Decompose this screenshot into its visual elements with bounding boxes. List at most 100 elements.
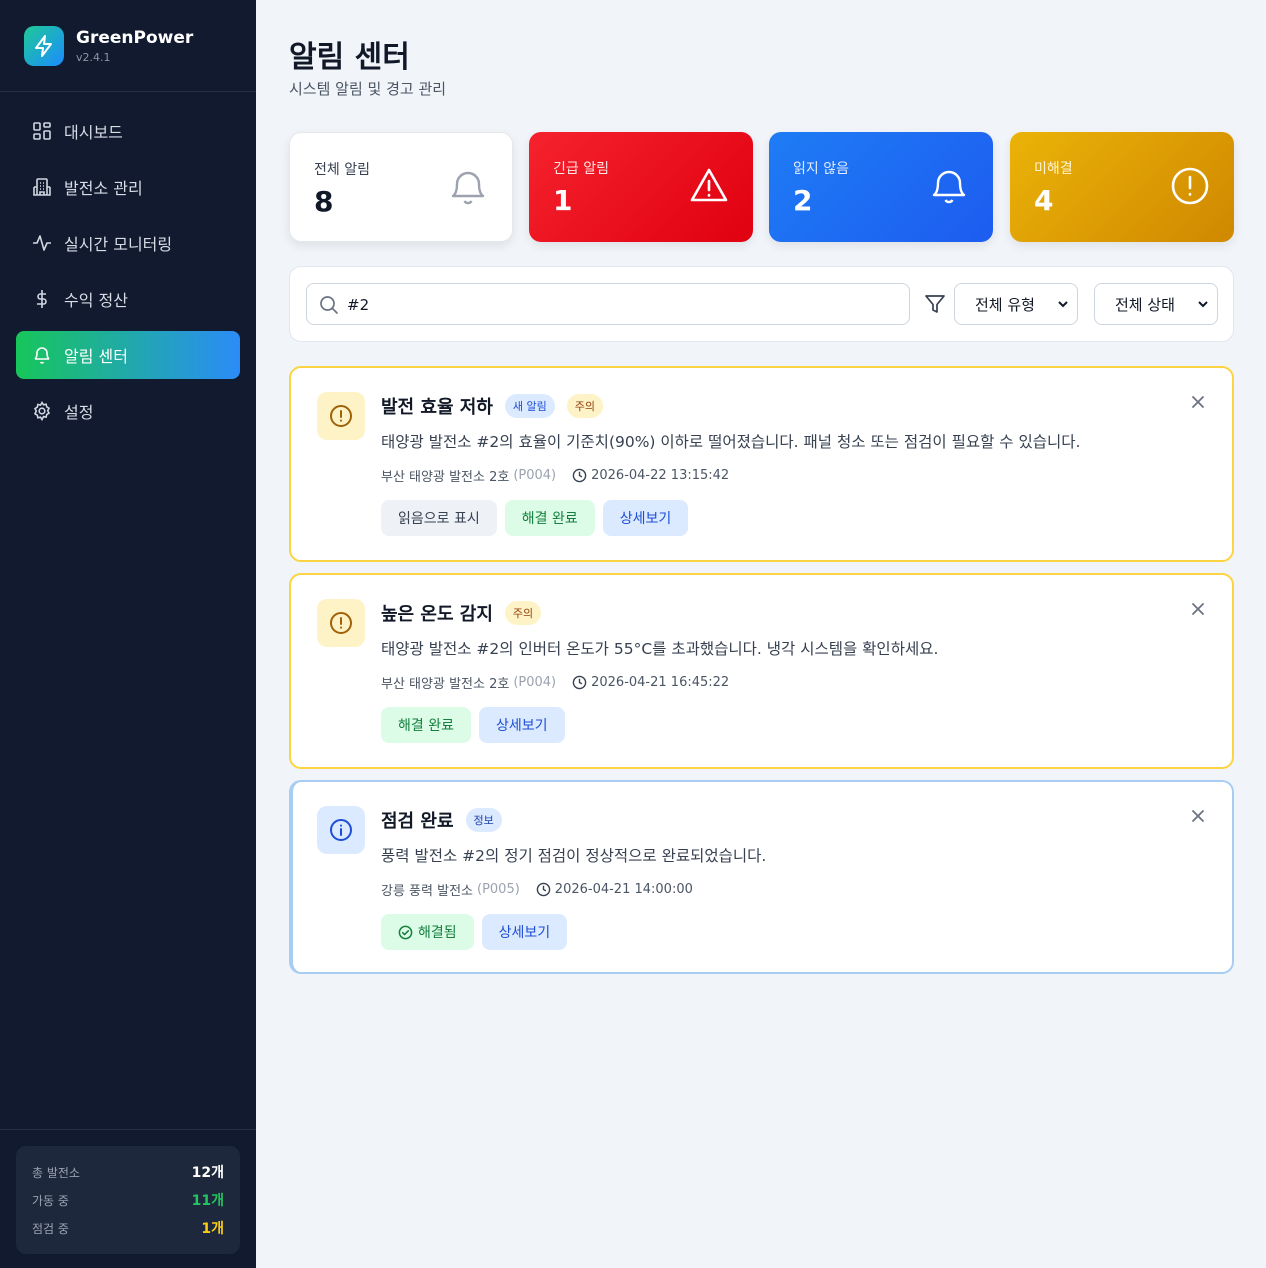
app-version: v2.4.1 (76, 51, 111, 64)
plant-stats: 총 발전소 12개 가동 중 11개 점검 중 1개 (16, 1146, 240, 1254)
resolve-button[interactable]: 해결 완료 (381, 707, 471, 743)
building-icon (32, 177, 52, 197)
new-badge: 새 알림 (504, 394, 555, 418)
bell-icon (32, 345, 52, 365)
chevron-down-icon (1058, 301, 1068, 308)
alert-circle-icon (317, 599, 365, 647)
page-title: 알림 센터 (289, 40, 410, 75)
sidebar-item-alerts[interactable]: 알림 센터 (16, 331, 240, 379)
status-select[interactable]: 전체 상태 (1094, 283, 1218, 325)
type-select-value: 전체 유형 (975, 295, 1035, 314)
bell-icon (451, 171, 485, 205)
sidebar-item-settings[interactable]: 설정 (16, 387, 240, 435)
activity-icon (32, 233, 52, 253)
alert-message: 태양광 발전소 #2의 인버터 온도가 55°C를 초과했습니다. 냉각 시스템… (381, 640, 939, 658)
clock-icon (536, 882, 551, 897)
alert-card[interactable]: 점검 완료 정보 풍력 발전소 #2의 정기 점검이 정상적으로 완료되었습니다… (289, 780, 1234, 974)
clock-icon (572, 675, 587, 690)
stat-value: 12개 (191, 1165, 224, 1181)
alert-meta: 부산 태양광 발전소 2호 (P004) 2026-04-21 16:45:22 (381, 673, 729, 692)
details-button[interactable]: 상세보기 (481, 914, 568, 950)
sidebar-nav: 대시보드 발전소 관리 실시간 모니터링 수익 정산 알림 센터 설정 (0, 92, 256, 435)
sidebar-divider (0, 1129, 256, 1130)
close-icon[interactable] (1190, 394, 1206, 410)
alert-circle-icon (317, 392, 365, 440)
alert-message: 태양광 발전소 #2의 효율이 기준치(90%) 이하로 떨어졌습니다. 패널 … (381, 433, 1081, 451)
stat-value: 1개 (201, 1221, 224, 1237)
status-select-value: 전체 상태 (1115, 295, 1175, 314)
summary-card-total[interactable]: 전체 알림 8 (289, 132, 513, 242)
sidebar-item-revenue[interactable]: 수익 정산 (16, 275, 240, 323)
sidebar-item-label: 설정 (64, 403, 94, 422)
stat-total: 총 발전소 12개 (32, 1158, 224, 1186)
timestamp: 2026-04-22 13:15:42 (591, 468, 730, 483)
plant-code: (P004) (513, 675, 557, 690)
sidebar-item-label: 알림 센터 (64, 347, 128, 366)
resolved-label: 해결됨 (418, 925, 457, 941)
brand: GreenPower v2.4.1 (0, 0, 256, 92)
search-icon (320, 296, 338, 314)
stat-label: 가동 중 (32, 1193, 69, 1208)
gear-icon (32, 401, 52, 421)
search-input[interactable] (347, 294, 887, 316)
stat-running: 가동 중 11개 (32, 1186, 224, 1214)
plant-name: 부산 태양광 발전소 2호 (381, 677, 510, 692)
dollar-icon (32, 289, 52, 309)
alert-title: 점검 완료 (381, 811, 454, 832)
sidebar: GreenPower v2.4.1 대시보드 발전소 관리 실시간 모니터링 수… (0, 0, 256, 1268)
mark-read-button[interactable]: 읽음으로 표시 (381, 500, 497, 536)
plant-name: 강릉 풍력 발전소 (381, 884, 473, 899)
filter-bar: 전체 유형 전체 상태 (289, 266, 1234, 342)
sidebar-item-label: 수익 정산 (64, 291, 128, 310)
alert-time: 2026-04-22 13:15:42 (572, 468, 729, 483)
filter-icon[interactable] (924, 293, 946, 315)
check-circle-icon (398, 925, 413, 939)
resolve-button[interactable]: 해결 완료 (504, 500, 595, 536)
sidebar-item-label: 실시간 모니터링 (64, 235, 173, 254)
alert-time: 2026-04-21 14:00:00 (536, 882, 693, 897)
grid-icon (32, 121, 52, 141)
alert-meta: 강릉 풍력 발전소 (P005) 2026-04-21 14:00:00 (381, 880, 693, 899)
alert-circle-icon (1171, 167, 1209, 205)
details-button[interactable]: 상세보기 (478, 707, 565, 743)
close-icon[interactable] (1190, 808, 1206, 824)
type-select[interactable]: 전체 유형 (954, 283, 1078, 325)
plant-code: (P004) (513, 468, 557, 483)
alert-title: 발전 효율 저하 (381, 397, 493, 418)
stat-maintenance: 점검 중 1개 (32, 1214, 224, 1242)
sidebar-item-label: 발전소 관리 (64, 179, 143, 198)
alert-message: 풍력 발전소 #2의 정기 점검이 정상적으로 완료되었습니다. (381, 847, 767, 865)
search-box[interactable] (306, 283, 910, 325)
alert-meta: 부산 태양광 발전소 2호 (P004) 2026-04-22 13:15:42 (381, 466, 729, 485)
app-name: GreenPower (76, 28, 194, 48)
chevron-down-icon (1198, 301, 1208, 308)
timestamp: 2026-04-21 14:00:00 (554, 882, 693, 897)
alert-title: 높은 온도 감지 (381, 604, 493, 625)
stat-value: 11개 (191, 1193, 224, 1209)
sidebar-item-plants[interactable]: 발전소 관리 (16, 163, 240, 211)
sidebar-item-dashboard[interactable]: 대시보드 (16, 107, 240, 155)
summary-card-unread[interactable]: 읽지 않음 2 (769, 132, 993, 242)
severity-badge: 정보 (465, 808, 502, 832)
plant-name: 부산 태양광 발전소 2호 (381, 470, 510, 485)
alert-card[interactable]: 높은 온도 감지 주의 태양광 발전소 #2의 인버터 온도가 55°C를 초과… (289, 573, 1234, 769)
alert-triangle-icon (690, 168, 728, 202)
info-icon (317, 806, 365, 854)
summary-card-unresolved[interactable]: 미해결 4 (1010, 132, 1234, 242)
bell-icon (932, 170, 966, 204)
page-subtitle: 시스템 알림 및 경고 관리 (289, 80, 447, 98)
severity-badge: 주의 (504, 601, 542, 625)
alert-time: 2026-04-21 16:45:22 (572, 675, 729, 690)
close-icon[interactable] (1190, 601, 1206, 617)
sidebar-item-label: 대시보드 (64, 123, 123, 142)
summary-card-urgent[interactable]: 긴급 알림 1 (529, 132, 753, 242)
lightning-logo-icon (24, 25, 64, 66)
clock-icon (572, 468, 587, 483)
details-button[interactable]: 상세보기 (602, 500, 689, 536)
plant-code: (P005) (477, 882, 520, 897)
stat-label: 점검 중 (32, 1221, 69, 1236)
alert-card[interactable]: 발전 효율 저하 새 알림 주의 태양광 발전소 #2의 효율이 기준치(90%… (289, 366, 1234, 562)
resolved-status: 해결됨 (381, 914, 474, 950)
main-content: 알림 센터 시스템 알림 및 경고 관리 전체 알림 8 긴급 알림 1 읽지 … (256, 0, 1266, 1268)
sidebar-item-monitoring[interactable]: 실시간 모니터링 (16, 219, 240, 267)
